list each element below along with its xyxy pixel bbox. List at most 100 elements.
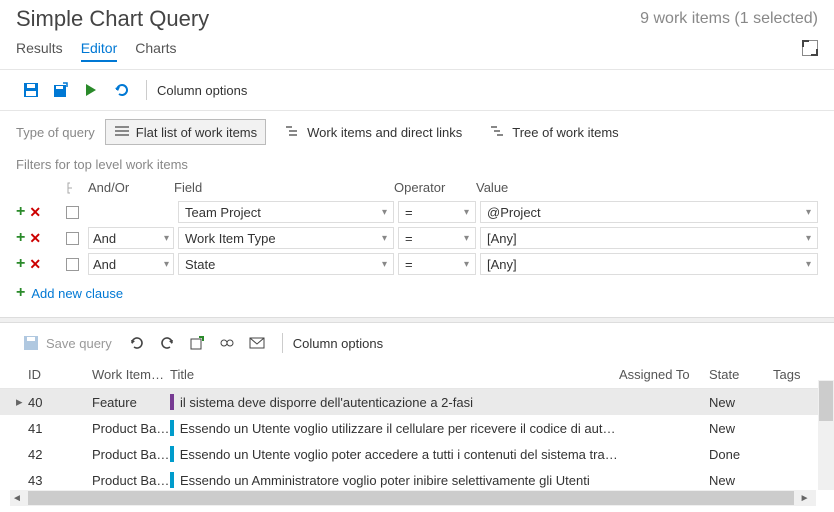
add-row-button[interactable]: + <box>16 230 25 246</box>
operator-select[interactable]: =▾ <box>398 227 476 249</box>
save-button[interactable] <box>16 78 46 102</box>
cell-type: Product Ba… <box>92 421 170 436</box>
remove-row-button[interactable]: ✕ <box>29 205 41 219</box>
query-type-tree[interactable]: Tree of work items <box>481 119 627 145</box>
field-select[interactable]: State▾ <box>178 253 394 275</box>
link-icon <box>219 335 235 351</box>
vertical-scrollbar[interactable] <box>818 380 834 490</box>
andor-select[interactable]: And▾ <box>88 253 174 275</box>
cell-id: 40 <box>28 395 92 410</box>
chevron-down-icon: ▾ <box>464 259 469 270</box>
field-select[interactable]: Team Project▾ <box>178 201 394 223</box>
tab-charts[interactable]: Charts <box>135 40 176 62</box>
horizontal-scrollbar[interactable]: ◄ ► <box>10 490 816 506</box>
group-checkbox[interactable] <box>66 258 79 271</box>
col-header-title[interactable]: Title <box>170 367 619 382</box>
col-header-type[interactable]: Work Item… <box>92 367 170 382</box>
value-select[interactable]: [Any]▾ <box>480 227 818 249</box>
andor-select[interactable]: And▾ <box>88 227 174 249</box>
cell-state: New <box>709 395 773 410</box>
result-row[interactable]: ▸40Featureil sistema deve disporre dell'… <box>0 389 834 415</box>
operator-select[interactable]: =▾ <box>398 201 476 223</box>
undo-icon <box>113 82 129 98</box>
filters-label: Filters for top level work items <box>0 153 834 176</box>
chevron-down-icon: ▾ <box>164 233 169 244</box>
chevron-down-icon: ▾ <box>164 259 169 270</box>
header-value: Value <box>476 180 818 195</box>
operator-select[interactable]: =▾ <box>398 253 476 275</box>
save-as-button[interactable] <box>46 78 76 102</box>
query-type-label: Type of query <box>16 125 95 140</box>
work-items-status: 9 work items (1 selected) <box>640 10 818 28</box>
group-icon <box>66 181 80 195</box>
cell-title: il sistema deve disporre dell'autenticaz… <box>170 394 619 410</box>
save-results-button[interactable] <box>16 331 46 355</box>
chevron-down-icon: ▾ <box>382 207 387 218</box>
remove-row-button[interactable]: ✕ <box>29 231 41 245</box>
plus-icon: + <box>16 285 25 301</box>
tab-editor[interactable]: Editor <box>81 40 118 62</box>
fullscreen-button[interactable] <box>802 40 818 56</box>
add-row-button[interactable]: + <box>16 256 25 272</box>
value-select[interactable]: @Project▾ <box>480 201 818 223</box>
tree-icon <box>490 124 506 140</box>
type-color-bar <box>170 446 174 462</box>
group-checkbox[interactable] <box>66 206 79 219</box>
cell-id: 42 <box>28 447 92 462</box>
value-select[interactable]: [Any]▾ <box>480 253 818 275</box>
header-andor: And/Or <box>88 180 174 195</box>
email-button[interactable] <box>242 331 272 355</box>
remove-row-button[interactable]: ✕ <box>29 257 41 271</box>
result-row[interactable]: 41Product Ba…Essendo un Utente voglio ut… <box>0 415 834 441</box>
cell-state: New <box>709 473 773 488</box>
disk-arrow-icon <box>53 82 69 98</box>
filter-row: + ✕ Team Project▾ =▾ @Project▾ <box>16 199 818 225</box>
cell-type: Product Ba… <box>92 473 170 488</box>
disk-icon <box>23 335 39 351</box>
disk-icon <box>23 82 39 98</box>
andor-select <box>88 201 174 223</box>
refresh-button[interactable] <box>122 331 152 355</box>
scroll-right-icon[interactable]: ► <box>798 493 812 504</box>
col-header-tags[interactable]: Tags <box>773 367 818 382</box>
field-select[interactable]: Work Item Type▾ <box>178 227 394 249</box>
results-column-options[interactable]: Column options <box>293 336 383 351</box>
chevron-down-icon: ▾ <box>382 233 387 244</box>
group-checkbox[interactable] <box>66 232 79 245</box>
query-type-links[interactable]: Work items and direct links <box>276 119 471 145</box>
type-color-bar <box>170 394 174 410</box>
add-clause-link[interactable]: + Add new clause <box>0 277 834 309</box>
header-operator: Operator <box>394 180 476 195</box>
cell-title: Essendo un Utente voglio utilizzare il c… <box>170 420 619 436</box>
col-header-assigned[interactable]: Assigned To <box>619 367 709 382</box>
filter-row: + ✕ And▾ State▾ =▾ [Any]▾ <box>16 251 818 277</box>
chevron-down-icon: ▾ <box>382 259 387 270</box>
cell-state: New <box>709 421 773 436</box>
header-field: Field <box>174 180 394 195</box>
mail-icon <box>249 335 265 351</box>
new-item-icon <box>189 335 205 351</box>
column-options-link[interactable]: Column options <box>157 83 247 98</box>
result-row[interactable]: 42Product Ba…Essendo un Utente voglio po… <box>0 441 834 467</box>
tab-results[interactable]: Results <box>16 40 63 62</box>
scroll-left-icon[interactable]: ◄ <box>10 493 24 504</box>
new-item-button[interactable] <box>182 331 212 355</box>
cell-id: 41 <box>28 421 92 436</box>
refresh-icon <box>129 335 145 351</box>
run-button[interactable] <box>76 78 106 102</box>
query-type-flat[interactable]: Flat list of work items <box>105 119 266 145</box>
col-header-id[interactable]: ID <box>28 367 92 382</box>
type-color-bar <box>170 472 174 488</box>
flat-list-icon <box>114 124 130 140</box>
save-query-link[interactable]: Save query <box>46 336 112 351</box>
chevron-down-icon: ▾ <box>806 207 811 218</box>
redo-button[interactable] <box>152 331 182 355</box>
link-button[interactable] <box>212 331 242 355</box>
type-color-bar <box>170 420 174 436</box>
add-row-button[interactable]: + <box>16 204 25 220</box>
undo-button[interactable] <box>106 78 136 102</box>
redo-icon <box>159 335 175 351</box>
cell-type: Feature <box>92 395 170 410</box>
col-header-state[interactable]: State <box>709 367 773 382</box>
cell-id: 43 <box>28 473 92 488</box>
